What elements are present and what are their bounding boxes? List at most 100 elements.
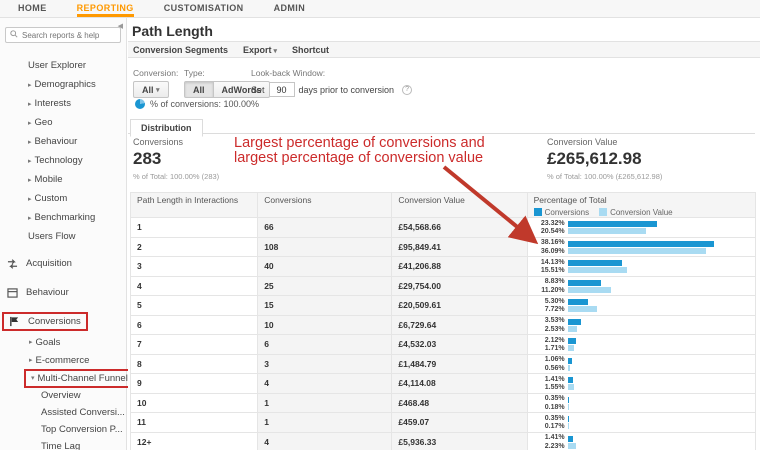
sidebar-item-interests[interactable]: ▸ Interests — [0, 94, 126, 113]
conversion-label: Conversion: — [133, 68, 179, 78]
cell-path-length: 9 — [129, 373, 259, 394]
bar-conversion-value — [567, 228, 647, 234]
cell-path-length: 11 — [129, 412, 259, 433]
bar-conversions — [567, 396, 569, 403]
bar-conversions — [567, 279, 602, 286]
bar-conversions — [567, 377, 573, 383]
cell-path-length: 2 — [129, 236, 259, 257]
sidebar-item-label: Custom — [34, 193, 68, 204]
sidebar-item-time-lag[interactable]: Time Lag — [0, 438, 126, 450]
sidebar-item-goals[interactable]: ▸ Goals — [0, 333, 126, 351]
bar-conversions — [567, 318, 582, 325]
bar-conversion-value — [567, 403, 569, 410]
bar-conversion-value — [567, 345, 575, 351]
sidebar-item-custom[interactable]: ▸ Custom — [0, 189, 126, 208]
bar-conversion-value — [567, 384, 574, 390]
cell-percentage-of-total: 8.83% 11.20% — [526, 275, 757, 296]
column-header-path-length-in-interactions[interactable]: Path Length in Interactions — [129, 192, 259, 218]
cell-path-length: 4 — [129, 275, 259, 296]
sidebar-item-top-conversion-p[interactable]: Top Conversion P... — [0, 421, 126, 438]
table-row: 2 108 £95,849.41 38.16% 36.09% — [129, 236, 757, 257]
toolbar-conversion-segments[interactable]: Conversion Segments — [133, 45, 228, 55]
cell-conversions: 3 — [257, 353, 393, 374]
cell-path-length: 10 — [129, 392, 259, 413]
nav-item-reporting[interactable]: REPORTING — [76, 0, 134, 17]
main-content: Path Length Conversion Segments Export ▾ S… — [128, 18, 760, 450]
sidebar-item-label: Goals — [35, 336, 61, 348]
nav-item-admin[interactable]: ADMIN — [274, 0, 306, 17]
column-header-percentage-of-total[interactable]: Percentage of Total Conversions Conversion… — [526, 192, 757, 218]
help-icon[interactable]: ? — [402, 84, 413, 95]
sidebar-item-assisted-conversi[interactable]: Assisted Conversi... — [0, 404, 126, 421]
cell-path-length: 7 — [129, 334, 259, 355]
search-box[interactable] — [5, 27, 121, 43]
sidebar-item-acquisition[interactable]: Acquisition — [0, 252, 126, 275]
bar-conversion-value — [567, 306, 598, 312]
sidebar-item-overview[interactable]: Overview — [0, 387, 126, 404]
column-header-conversion-value[interactable]: Conversion Value — [391, 192, 528, 218]
tab-distribution[interactable]: Distribution — [130, 119, 203, 137]
bar-conversion-value — [567, 267, 627, 273]
sidebar-item-user-explorer[interactable]: User Explorer — [0, 56, 126, 75]
type-option-all[interactable]: All — [184, 81, 214, 98]
expand-arrow-icon: ▸ — [28, 176, 32, 184]
pie-icon — [135, 99, 145, 109]
pct-labels: 8.83% 11.20% — [541, 278, 565, 294]
cell-conversions: 40 — [257, 256, 393, 277]
cell-conversion-value: £41,206.88 — [391, 256, 528, 277]
legend-item: Conversions — [533, 208, 589, 217]
cell-path-length: 1 — [129, 217, 259, 238]
sidebar-item-behaviour[interactable]: ▸ Behaviour — [0, 132, 126, 151]
toolbar-export[interactable]: Export ▾ — [243, 45, 277, 55]
lookback-days-input[interactable] — [268, 82, 295, 97]
sidebar-item-label: Conversions — [28, 316, 81, 327]
sidebar-item-label: Behaviour — [26, 287, 69, 298]
search-icon — [10, 29, 18, 41]
sidebar-item-technology[interactable]: ▸ Technology — [0, 151, 126, 170]
bar-conversion-value — [567, 442, 577, 449]
sidebar-item-conversions[interactable]: Conversions — [0, 310, 126, 333]
sidebar-item-label: Geo — [34, 117, 53, 128]
cell-percentage-of-total: 23.32% 20.54% — [526, 217, 757, 238]
sidebar-item-demographics[interactable]: ▸ Demographics — [0, 75, 126, 94]
top-navigation: HOME REPORTING CUSTOMISATION ADMIN — [0, 0, 760, 18]
sidebar-item-label: E-commerce — [35, 354, 90, 366]
set-label: Set — [251, 84, 265, 95]
expand-arrow-icon: ▸ — [29, 357, 33, 364]
cell-conversions: 4 — [257, 373, 393, 394]
acquisition-icon — [7, 258, 19, 269]
sidebar-collapse-icon[interactable]: ◀ — [118, 22, 123, 30]
sidebar-item-e-commerce[interactable]: ▸ E-commerce — [0, 351, 126, 369]
pct-labels: 2.12% 1.71% — [544, 336, 565, 353]
sidebar-item-label: Benchmarking — [34, 212, 96, 223]
search-input[interactable] — [22, 30, 116, 40]
tab-strip: Distribution — [128, 117, 755, 137]
toolbar-shortcut[interactable]: Shortcut — [292, 45, 329, 55]
cell-conversions: 66 — [257, 217, 393, 238]
column-header-conversions[interactable]: Conversions — [257, 192, 393, 218]
conversion-select[interactable]: All ▾ — [133, 81, 169, 98]
bar-conversion-value — [567, 247, 706, 254]
sidebar-item-mobile[interactable]: ▸ Mobile — [0, 170, 126, 189]
sidebar-item-multi-channel-funnels[interactable]: ▾ Multi-Channel Funnels — [0, 368, 140, 388]
cell-conversions: 1 — [257, 392, 393, 413]
expand-arrow-icon: ▸ — [28, 195, 32, 203]
sidebar-item-geo[interactable]: ▸ Geo — [0, 113, 126, 132]
cell-conversions: 6 — [257, 334, 393, 355]
sidebar-item-behaviour[interactable]: Behaviour — [0, 281, 126, 304]
nav-item-home[interactable]: HOME — [18, 0, 47, 17]
pct-labels: 0.35% 0.18% — [544, 395, 565, 411]
cell-percentage-of-total: 0.35% 0.18% — [526, 392, 757, 413]
bar-conversions — [567, 299, 588, 305]
table-row: 12+ 4 £5,936.33 1.41% 2.23% — [129, 431, 757, 450]
table-row: 9 4 £4,114.08 1.41% 1.55% — [129, 373, 757, 394]
nav-item-customisation[interactable]: CUSTOMISATION — [164, 0, 244, 17]
cell-percentage-of-total: 1.06% 0.56% — [526, 353, 757, 374]
sidebar-item-benchmarking[interactable]: ▸ Benchmarking — [0, 208, 126, 227]
sidebar-item-users-flow[interactable]: Users Flow — [0, 227, 126, 246]
cell-conversion-value: £20,509.61 — [391, 295, 528, 316]
cell-conversion-value: £1,484.79 — [391, 353, 528, 374]
table-row: 6 10 £6,729.64 3.53% 2.53% — [129, 314, 757, 335]
conversions-value: 283 — [133, 149, 162, 168]
annotation-text: Largest percentage of conversions and la… — [234, 135, 485, 166]
